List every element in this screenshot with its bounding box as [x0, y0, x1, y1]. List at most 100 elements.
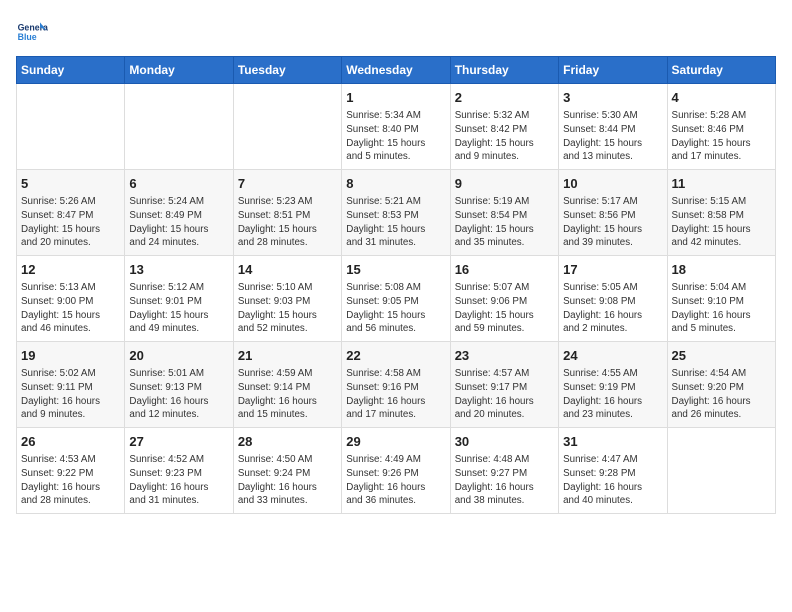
calendar-cell: 16 Sunrise: 5:07 AM Sunset: 9:06 PM Dayli… [450, 256, 558, 342]
calendar-cell: 17 Sunrise: 5:05 AM Sunset: 9:08 PM Dayli… [559, 256, 667, 342]
day-number: 11 [672, 175, 771, 193]
calendar-cell: 27 Sunrise: 4:52 AM Sunset: 9:23 PM Dayli… [125, 428, 233, 514]
day-info: Sunrise: 5:19 AM Sunset: 8:54 PM Dayligh… [455, 195, 554, 250]
week-row-4: 19Sunrise: 5:02 AM Sunset: 9:11 PM Dayli… [17, 342, 776, 428]
day-info: Sunrise: 4:52 AM Sunset: 9:23 PM Dayligh… [129, 453, 228, 508]
day-number: 14 [238, 261, 337, 279]
day-number: 28 [238, 433, 337, 451]
day-info: Sunrise: 4:48 AM Sunset: 9:27 PM Dayligh… [455, 453, 554, 508]
day-number: 5 [21, 175, 120, 193]
day-number: 29 [346, 433, 445, 451]
column-header-thursday: Thursday [450, 57, 558, 84]
day-info: Sunrise: 5:13 AM Sunset: 9:00 PM Dayligh… [21, 281, 120, 336]
calendar-cell: 3 Sunrise: 5:30 AM Sunset: 8:44 PM Daylig… [559, 84, 667, 170]
calendar-cell: 5 Sunrise: 5:26 AM Sunset: 8:47 PM Daylig… [17, 170, 125, 256]
day-number: 4 [672, 89, 771, 107]
day-info: Sunrise: 5:21 AM Sunset: 8:53 PM Dayligh… [346, 195, 445, 250]
day-number: 3 [563, 89, 662, 107]
day-number: 2 [455, 89, 554, 107]
day-info: Sunrise: 5:04 AM Sunset: 9:10 PM Dayligh… [672, 281, 771, 336]
day-number: 16 [455, 261, 554, 279]
calendar-table: SundayMondayTuesdayWednesdayThursdayFrid… [16, 56, 776, 514]
calendar-cell: 24 Sunrise: 4:55 AM Sunset: 9:19 PM Dayli… [559, 342, 667, 428]
day-info: Sunrise: 5:26 AM Sunset: 8:47 PM Dayligh… [21, 195, 120, 250]
day-number: 15 [346, 261, 445, 279]
day-number: 30 [455, 433, 554, 451]
calendar-cell: 19Sunrise: 5:02 AM Sunset: 9:11 PM Dayli… [17, 342, 125, 428]
calendar-cell: 1Sunrise: 5:34 AM Sunset: 8:40 PM Daylig… [342, 84, 450, 170]
day-info: Sunrise: 4:55 AM Sunset: 9:19 PM Dayligh… [563, 367, 662, 422]
calendar-cell: 31Sunrise: 4:47 AM Sunset: 9:28 PM Dayli… [559, 428, 667, 514]
day-info: Sunrise: 4:58 AM Sunset: 9:16 PM Dayligh… [346, 367, 445, 422]
calendar-cell: 10 Sunrise: 5:17 AM Sunset: 8:56 PM Dayli… [559, 170, 667, 256]
day-number: 12 [21, 261, 120, 279]
day-info: Sunrise: 5:34 AM Sunset: 8:40 PM Dayligh… [346, 109, 445, 164]
day-number: 18 [672, 261, 771, 279]
day-number: 24 [563, 347, 662, 365]
calendar-cell: 2 Sunrise: 5:32 AM Sunset: 8:42 PM Daylig… [450, 84, 558, 170]
day-info: Sunrise: 5:01 AM Sunset: 9:13 PM Dayligh… [129, 367, 228, 422]
calendar-cell: 13 Sunrise: 5:12 AM Sunset: 9:01 PM Dayli… [125, 256, 233, 342]
column-header-sunday: Sunday [17, 57, 125, 84]
day-info: Sunrise: 4:50 AM Sunset: 9:24 PM Dayligh… [238, 453, 337, 508]
day-number: 21 [238, 347, 337, 365]
day-info: Sunrise: 5:32 AM Sunset: 8:42 PM Dayligh… [455, 109, 554, 164]
calendar-cell [125, 84, 233, 170]
page-header: General Blue [16, 16, 776, 48]
week-row-3: 12 Sunrise: 5:13 AM Sunset: 9:00 PM Dayli… [17, 256, 776, 342]
day-number: 23 [455, 347, 554, 365]
day-info: Sunrise: 5:23 AM Sunset: 8:51 PM Dayligh… [238, 195, 337, 250]
calendar-cell: 6 Sunrise: 5:24 AM Sunset: 8:49 PM Daylig… [125, 170, 233, 256]
calendar-cell: 25Sunrise: 4:54 AM Sunset: 9:20 PM Dayli… [667, 342, 775, 428]
day-info: Sunrise: 5:30 AM Sunset: 8:44 PM Dayligh… [563, 109, 662, 164]
day-number: 6 [129, 175, 228, 193]
calendar-cell: 11 Sunrise: 5:15 AM Sunset: 8:58 PM Dayli… [667, 170, 775, 256]
day-info: Sunrise: 5:07 AM Sunset: 9:06 PM Dayligh… [455, 281, 554, 336]
day-number: 8 [346, 175, 445, 193]
day-number: 10 [563, 175, 662, 193]
week-row-2: 5 Sunrise: 5:26 AM Sunset: 8:47 PM Daylig… [17, 170, 776, 256]
column-header-tuesday: Tuesday [233, 57, 341, 84]
calendar-cell: 8 Sunrise: 5:21 AM Sunset: 8:53 PM Daylig… [342, 170, 450, 256]
logo-icon: General Blue [16, 16, 48, 48]
calendar-cell [233, 84, 341, 170]
day-info: Sunrise: 5:10 AM Sunset: 9:03 PM Dayligh… [238, 281, 337, 336]
day-number: 13 [129, 261, 228, 279]
calendar-cell: 21 Sunrise: 4:59 AM Sunset: 9:14 PM Dayli… [233, 342, 341, 428]
day-info: Sunrise: 5:24 AM Sunset: 8:49 PM Dayligh… [129, 195, 228, 250]
day-number: 31 [563, 433, 662, 451]
day-info: Sunrise: 5:12 AM Sunset: 9:01 PM Dayligh… [129, 281, 228, 336]
day-info: Sunrise: 4:53 AM Sunset: 9:22 PM Dayligh… [21, 453, 120, 508]
header-row: SundayMondayTuesdayWednesdayThursdayFrid… [17, 57, 776, 84]
column-header-friday: Friday [559, 57, 667, 84]
calendar-cell: 18 Sunrise: 5:04 AM Sunset: 9:10 PM Dayli… [667, 256, 775, 342]
day-number: 26 [21, 433, 120, 451]
column-header-wednesday: Wednesday [342, 57, 450, 84]
day-number: 20 [129, 347, 228, 365]
calendar-cell: 30 Sunrise: 4:48 AM Sunset: 9:27 PM Dayli… [450, 428, 558, 514]
calendar-cell: 9 Sunrise: 5:19 AM Sunset: 8:54 PM Daylig… [450, 170, 558, 256]
calendar-cell [17, 84, 125, 170]
day-info: Sunrise: 5:28 AM Sunset: 8:46 PM Dayligh… [672, 109, 771, 164]
day-number: 19 [21, 347, 120, 365]
logo: General Blue [16, 16, 48, 48]
day-number: 9 [455, 175, 554, 193]
day-info: Sunrise: 4:49 AM Sunset: 9:26 PM Dayligh… [346, 453, 445, 508]
day-info: Sunrise: 5:08 AM Sunset: 9:05 PM Dayligh… [346, 281, 445, 336]
calendar-cell: 20 Sunrise: 5:01 AM Sunset: 9:13 PM Dayli… [125, 342, 233, 428]
day-number: 17 [563, 261, 662, 279]
column-header-monday: Monday [125, 57, 233, 84]
calendar-cell: 14 Sunrise: 5:10 AM Sunset: 9:03 PM Dayli… [233, 256, 341, 342]
day-number: 22 [346, 347, 445, 365]
day-info: Sunrise: 5:05 AM Sunset: 9:08 PM Dayligh… [563, 281, 662, 336]
calendar-cell: 12 Sunrise: 5:13 AM Sunset: 9:00 PM Dayli… [17, 256, 125, 342]
day-number: 7 [238, 175, 337, 193]
day-info: Sunrise: 4:54 AM Sunset: 9:20 PM Dayligh… [672, 367, 771, 422]
day-info: Sunrise: 5:15 AM Sunset: 8:58 PM Dayligh… [672, 195, 771, 250]
calendar-cell: 28 Sunrise: 4:50 AM Sunset: 9:24 PM Dayli… [233, 428, 341, 514]
day-info: Sunrise: 5:17 AM Sunset: 8:56 PM Dayligh… [563, 195, 662, 250]
calendar-cell: 4 Sunrise: 5:28 AM Sunset: 8:46 PM Daylig… [667, 84, 775, 170]
day-number: 27 [129, 433, 228, 451]
svg-text:Blue: Blue [18, 32, 37, 42]
day-info: Sunrise: 4:59 AM Sunset: 9:14 PM Dayligh… [238, 367, 337, 422]
